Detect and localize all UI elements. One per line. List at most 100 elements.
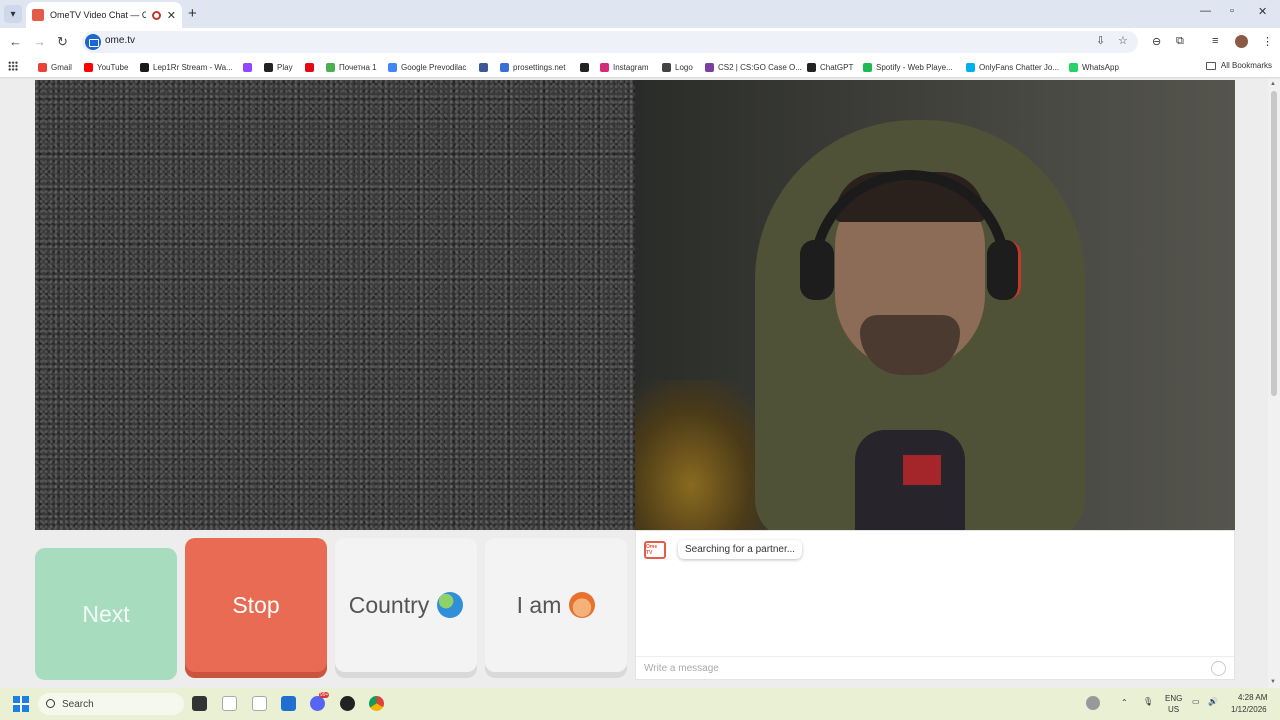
- bookmark-favicon-icon: [1069, 62, 1078, 72]
- forward-icon[interactable]: →: [33, 34, 46, 49]
- extensions-puzzle-icon[interactable]: ⧉: [1176, 35, 1184, 48]
- bookmark-label: Spotify - Web Playe...: [876, 62, 953, 72]
- address-bar[interactable]: ome.tv ⇩ ☆: [82, 31, 1138, 53]
- bookmark-favicon-icon: [479, 62, 488, 72]
- network-icon[interactable]: ▭: [1192, 697, 1200, 706]
- bookmark-item[interactable]: YouTube: [84, 61, 128, 73]
- bookmark-favicon-icon: [326, 62, 335, 72]
- all-bookmarks-button[interactable]: All Bookmarks: [1205, 61, 1272, 70]
- bookmark-label: YouTube: [97, 62, 129, 72]
- folder-icon: [1205, 61, 1216, 70]
- minimize-icon[interactable]: —: [1200, 5, 1211, 17]
- scroll-up-icon[interactable]: ▲: [1270, 81, 1276, 87]
- install-app-icon[interactable]: ⇩: [1096, 34, 1105, 47]
- bookmark-item[interactable]: [243, 61, 256, 73]
- bookmark-item[interactable]: Gmail: [38, 61, 72, 73]
- clock-date[interactable]: 1/12/2026: [1231, 705, 1267, 714]
- media-control-icon[interactable]: ≡: [1212, 35, 1218, 47]
- bookmark-item[interactable]: prosettings.net: [500, 61, 565, 73]
- bookmark-favicon-icon: [705, 62, 714, 72]
- message-input[interactable]: Write a message: [644, 663, 719, 674]
- task-view-icon[interactable]: [192, 696, 207, 711]
- stop-button[interactable]: Stop: [185, 538, 327, 672]
- windows-start-icon[interactable]: [13, 696, 29, 712]
- bookmark-favicon-icon: [863, 62, 872, 72]
- bookmark-label: Google Prevodilac: [401, 62, 467, 72]
- bookmark-item[interactable]: [479, 61, 492, 73]
- headset-earcup-right: [987, 240, 1021, 300]
- close-tab-icon[interactable]: ✕: [167, 9, 176, 22]
- bookmark-favicon-icon: [243, 62, 252, 72]
- menu-icon[interactable]: ⋮: [1262, 35, 1273, 48]
- bookmark-item[interactable]: Logo: [662, 61, 693, 73]
- chrome-icon[interactable]: [369, 696, 384, 711]
- restore-icon[interactable]: ▫: [1230, 5, 1234, 17]
- taskbar-search-label: Search: [62, 698, 94, 710]
- tab-ometv[interactable]: OmeTV Video Chat — Ome ✕: [26, 2, 182, 28]
- scroll-down-icon[interactable]: ▼: [1270, 679, 1276, 685]
- bookmark-item[interactable]: Почетна 1: [326, 61, 377, 73]
- next-button[interactable]: Next: [35, 548, 177, 680]
- bookmark-label: WhatsApp: [1082, 62, 1119, 72]
- language-top[interactable]: ENG: [1165, 694, 1182, 703]
- bookmark-star-icon[interactable]: ☆: [1118, 34, 1128, 47]
- bookmark-item[interactable]: OnlyFans Chatter Jo...: [966, 61, 1059, 73]
- lamp-glow: [635, 380, 775, 530]
- bookmark-item[interactable]: ChatGPT: [807, 61, 853, 73]
- close-window-icon[interactable]: ✕: [1258, 5, 1267, 18]
- message-input-row: Write a message: [636, 656, 1234, 680]
- bookmark-favicon-icon: [140, 62, 149, 72]
- tab-strip: ▾ OmeTV Video Chat — Ome ✕ + — ▫ ✕: [0, 0, 1280, 28]
- bookmark-item[interactable]: Instagram: [600, 61, 649, 73]
- clock-time[interactable]: 4:28 AM: [1238, 693, 1267, 702]
- volume-icon[interactable]: 🔊: [1208, 697, 1218, 706]
- store-icon[interactable]: [281, 696, 296, 711]
- apps-grid-icon[interactable]: [8, 61, 18, 71]
- bookmark-favicon-icon: [662, 62, 671, 72]
- next-label: Next: [82, 600, 130, 627]
- file-icon[interactable]: [222, 696, 237, 711]
- bookmark-favicon-icon: [807, 62, 816, 72]
- bookmark-favicon-icon: [305, 62, 314, 72]
- i-am-button[interactable]: I am: [485, 538, 627, 672]
- bookmark-item[interactable]: [305, 61, 318, 73]
- tab-search-icon[interactable]: ▾: [4, 5, 22, 23]
- discord-icon[interactable]: [310, 696, 325, 711]
- back-icon[interactable]: ←: [9, 34, 22, 49]
- extension-icon[interactable]: ⊖: [1152, 35, 1161, 48]
- bookmark-favicon-icon: [84, 62, 93, 72]
- bookmark-item[interactable]: Play: [264, 61, 293, 73]
- url-text[interactable]: ome.tv: [105, 35, 135, 46]
- taskbar-search[interactable]: Search: [38, 693, 184, 715]
- obs-icon[interactable]: [340, 696, 355, 711]
- ometv-favicon-icon: [32, 9, 44, 21]
- emoji-icon[interactable]: [1211, 661, 1226, 676]
- page-scrollbar[interactable]: ▲ ▼: [1268, 79, 1280, 688]
- bookmark-item[interactable]: CS2 | CS:GO Case O...: [705, 61, 802, 73]
- bookmark-label: Lep1Rr Stream - Wa...: [153, 62, 233, 72]
- bookmark-item[interactable]: [580, 61, 593, 73]
- bookmarks-bar: Gmail YouTube Lep1Rr Stream - Wa... Play Поч…: [0, 56, 1280, 78]
- bookmark-label: Logo: [675, 62, 693, 72]
- profile-avatar[interactable]: [1235, 35, 1248, 48]
- language-bottom[interactable]: US: [1168, 705, 1179, 714]
- bookmark-favicon-icon: [966, 62, 975, 72]
- bookmark-item[interactable]: Spotify - Web Playe...: [863, 61, 953, 73]
- scroll-thumb[interactable]: [1271, 91, 1277, 396]
- bookmark-favicon-icon: [580, 62, 589, 72]
- weather-icon[interactable]: [1086, 696, 1100, 710]
- tray-overflow-icon[interactable]: ⌃: [1121, 698, 1128, 707]
- country-button[interactable]: Country: [335, 538, 477, 672]
- bookmark-item[interactable]: Google Prevodilac: [388, 61, 466, 73]
- bookmark-label: ChatGPT: [820, 62, 854, 72]
- shirt-logo: [903, 455, 941, 485]
- bookmark-item[interactable]: WhatsApp: [1069, 61, 1119, 73]
- bookmark-item[interactable]: Lep1Rr Stream - Wa...: [140, 61, 233, 73]
- reload-icon[interactable]: ↻: [57, 34, 68, 50]
- self-video: [635, 80, 1235, 530]
- bookmark-label: Play: [277, 62, 293, 72]
- new-tab-button[interactable]: +: [188, 5, 197, 22]
- site-info-icon[interactable]: [85, 34, 101, 50]
- document-icon[interactable]: [252, 696, 267, 711]
- microphone-icon[interactable]: 🎙: [1143, 697, 1153, 706]
